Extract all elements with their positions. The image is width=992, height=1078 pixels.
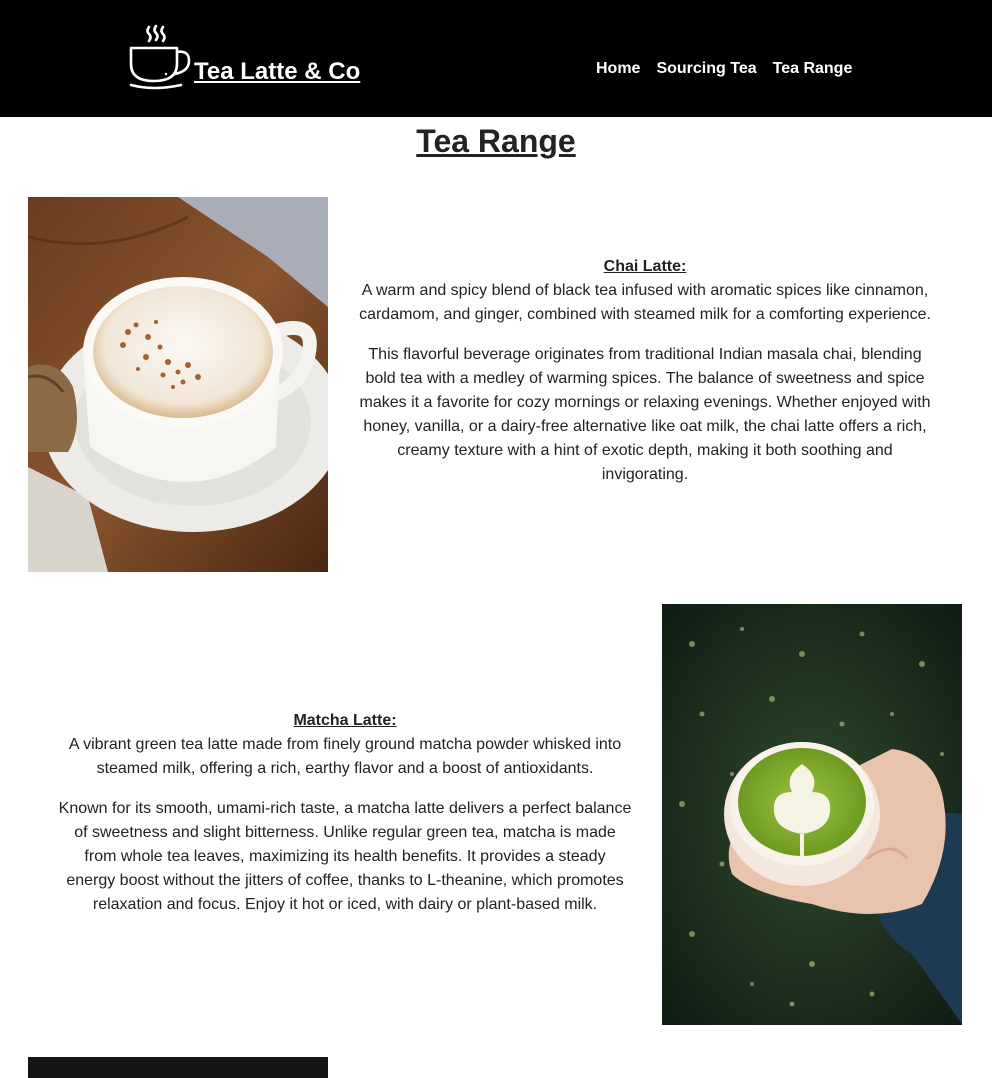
matcha-latte-image	[662, 604, 962, 1025]
chai-latte-description: Chai Latte: A warm and spicy blend of bl…	[356, 255, 934, 487]
next-product-image	[28, 1057, 328, 1078]
chai-latte-summary: A warm and spicy blend of black tea infu…	[359, 282, 931, 323]
matcha-latte-title: Matcha Latte:	[293, 712, 397, 729]
brand-name[interactable]: Tea Latte & Co	[194, 60, 360, 84]
matcha-latte-description: Matcha Latte: A vibrant green tea latte …	[58, 709, 632, 917]
page-title: Tea Range	[416, 123, 576, 159]
nav-sourcing-tea[interactable]: Sourcing Tea	[656, 60, 756, 78]
nav-home[interactable]: Home	[596, 60, 640, 78]
main-nav: Home Sourcing Tea Tea Range	[596, 60, 852, 78]
site-header: Tea Latte & Co Home Sourcing Tea Tea Ran…	[0, 0, 992, 117]
matcha-latte-details: Known for its smooth, umami-rich taste, …	[58, 800, 632, 913]
chai-latte-details: This flavorful beverage originates from …	[359, 346, 931, 483]
nav-tea-range[interactable]: Tea Range	[773, 60, 853, 78]
chai-latte-title: Chai Latte:	[603, 258, 687, 275]
brand-link[interactable]: Tea Latte & Co	[128, 24, 360, 90]
tea-cup-logo-icon	[129, 24, 191, 90]
chai-latte-image	[28, 197, 328, 572]
matcha-latte-summary: A vibrant green tea latte made from fine…	[68, 736, 622, 777]
